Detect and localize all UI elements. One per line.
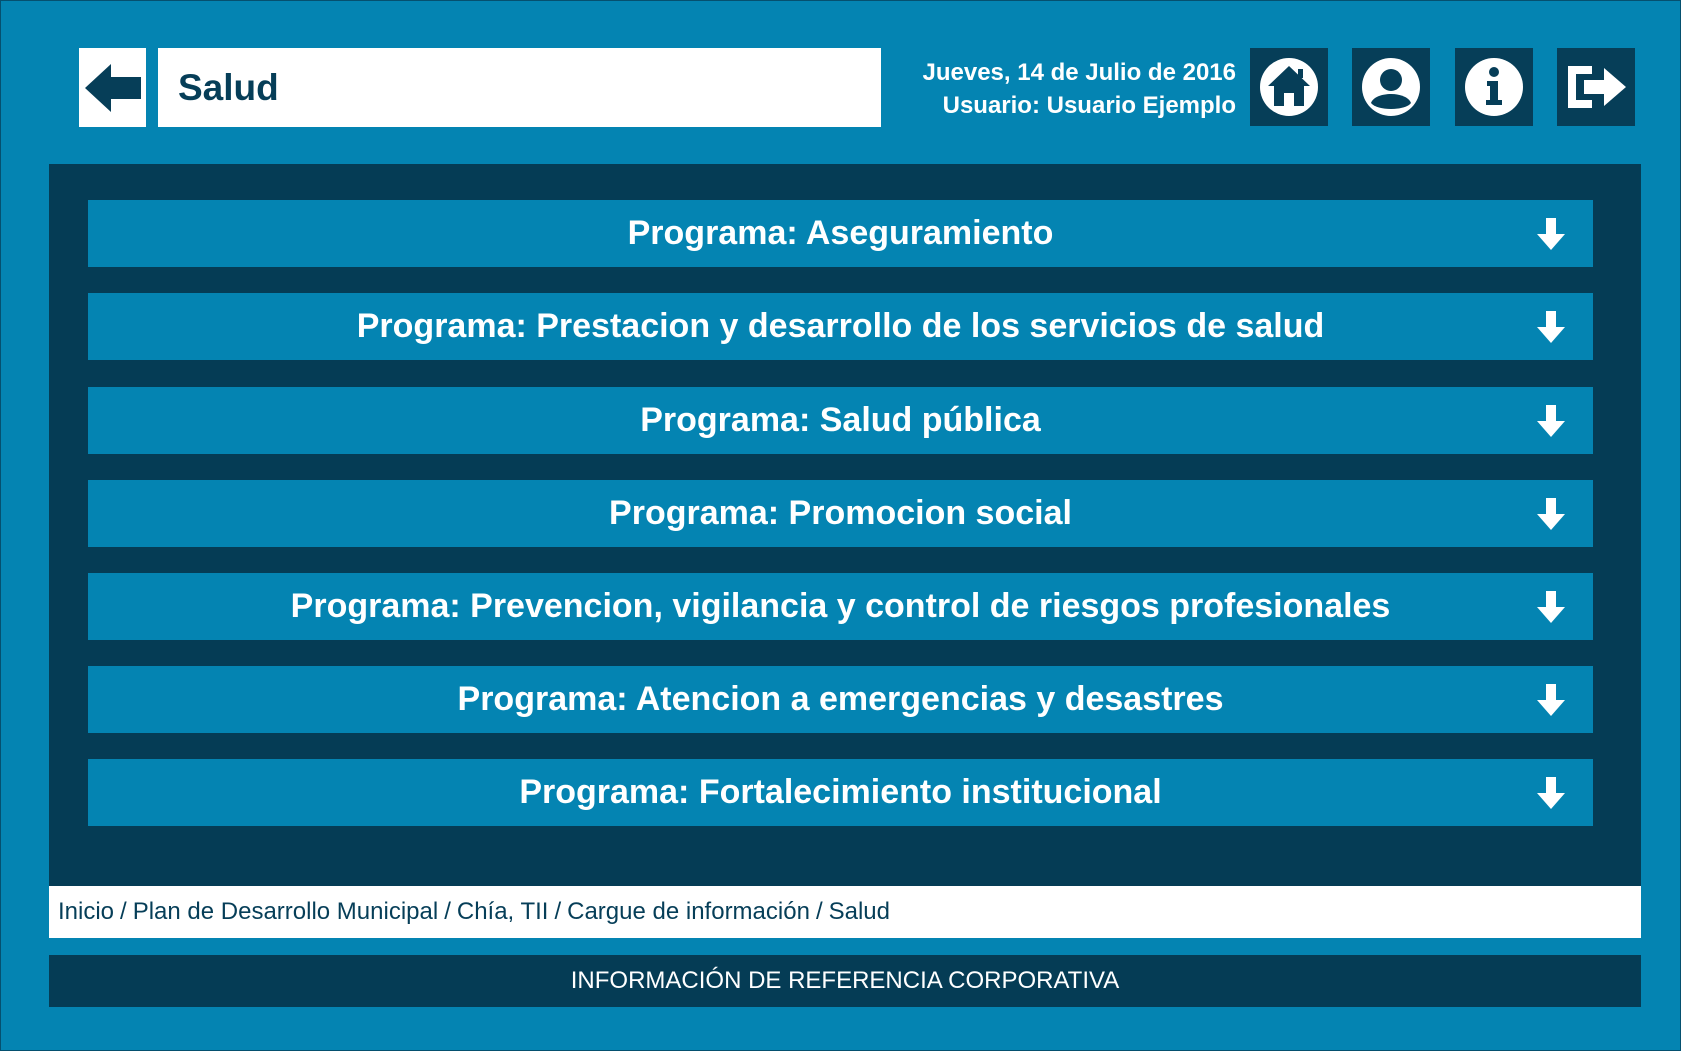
arrow-down-icon [1537,405,1565,437]
arrow-left-icon [84,63,141,112]
footer: INFORMACIÓN DE REFERENCIA CORPORATIVA [49,955,1641,1007]
logout-button[interactable] [1557,48,1635,126]
program-label: Programa: Promocion social [609,494,1072,532]
breadcrumb-chia[interactable]: Chía, TII [457,898,549,926]
current-user: Usuario: Usuario Ejemplo [942,92,1236,119]
breadcrumb-plan-desarrollo[interactable]: Plan de Desarrollo Municipal [133,898,438,926]
breadcrumb-separator: / [554,898,562,925]
program-row-prevencion[interactable]: Programa: Prevencion, vigilancia y contr… [88,573,1593,640]
program-label: Programa: Salud pública [640,401,1041,439]
info-icon [1465,58,1523,116]
program-row-emergencias[interactable]: Programa: Atencion a emergencias y desas… [88,666,1593,733]
arrow-down-icon [1537,591,1565,623]
breadcrumb-cargue[interactable]: Cargue de información [567,898,810,926]
program-row-aseguramiento[interactable]: Programa: Aseguramiento [88,200,1593,267]
home-icon [1260,58,1318,116]
program-row-fortalecimiento[interactable]: Programa: Fortalecimiento institucional [88,759,1593,826]
program-row-promocion-social[interactable]: Programa: Promocion social [88,480,1593,547]
program-label: Programa: Aseguramiento [627,214,1054,252]
back-button[interactable] [79,48,146,127]
page-title-box: Salud [158,48,881,127]
program-label: Programa: Prevencion, vigilancia y contr… [290,587,1391,625]
breadcrumb-inicio[interactable]: Inicio [58,898,114,926]
program-row-salud-publica[interactable]: Programa: Salud pública [88,387,1593,454]
footer-text: INFORMACIÓN DE REFERENCIA CORPORATIVA [570,967,1120,994]
breadcrumb-separator: / [815,898,823,925]
info-button[interactable] [1455,48,1533,126]
program-label: Programa: Atencion a emergencias y desas… [457,680,1224,718]
breadcrumb-separator: / [444,898,451,925]
current-date: Jueves, 14 de Julio de 2016 [922,59,1236,86]
home-button[interactable] [1250,48,1328,126]
user-button[interactable] [1352,48,1430,126]
arrow-down-icon [1537,498,1565,530]
program-label: Programa: Fortalecimiento institucional [519,773,1162,811]
program-panel: Programa: Aseguramiento Programa: Presta… [49,164,1641,886]
logout-icon [1568,66,1626,108]
user-icon [1362,58,1420,116]
arrow-down-icon [1537,311,1565,343]
breadcrumb: Inicio / Plan de Desarrollo Municipal / … [49,886,1641,938]
breadcrumb-separator: / [120,898,127,925]
session-info: Jueves, 14 de Julio de 2016 Usuario: Usu… [922,56,1236,122]
program-row-prestacion[interactable]: Programa: Prestacion y desarrollo de los… [88,293,1593,360]
arrow-down-icon [1537,684,1565,716]
arrow-down-icon [1537,218,1565,250]
arrow-down-icon [1537,777,1565,809]
program-label: Programa: Prestacion y desarrollo de los… [356,307,1325,345]
page-title: Salud [178,66,279,108]
breadcrumb-salud: Salud [828,898,890,925]
